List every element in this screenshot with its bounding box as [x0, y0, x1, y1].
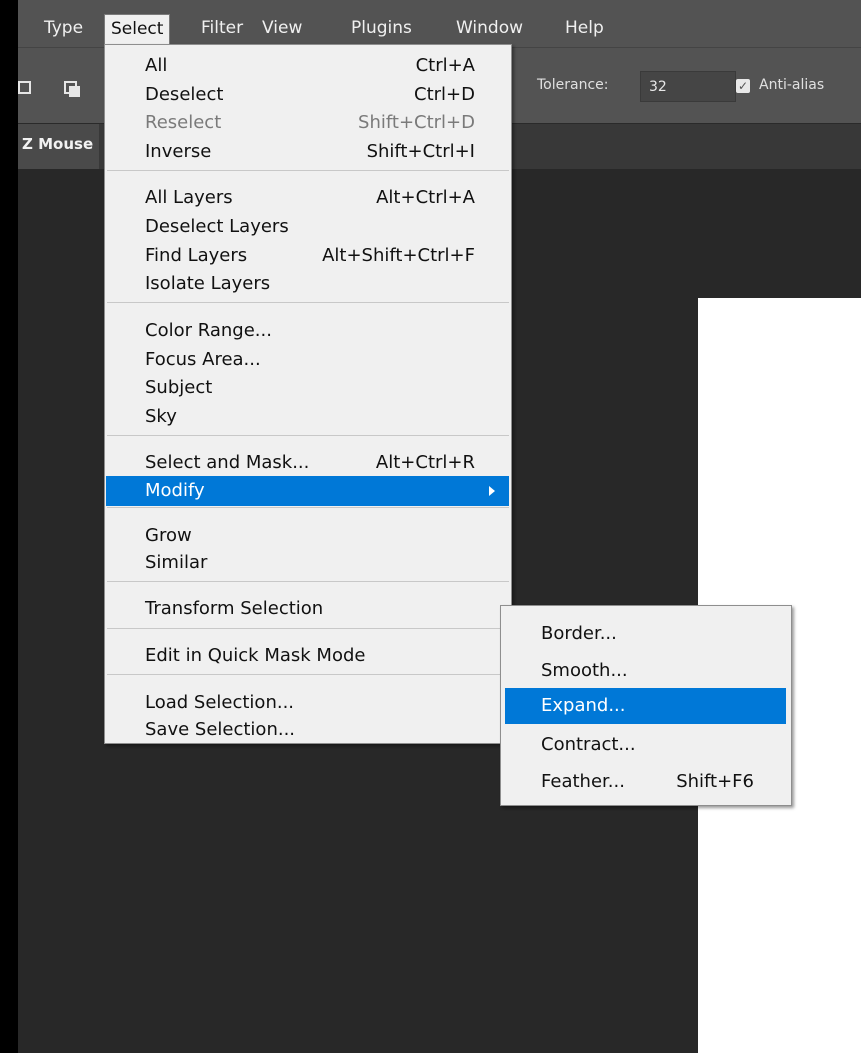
submenu-arrow-icon: [489, 486, 495, 496]
menu-item-select-and-mask[interactable]: Select and Mask... Alt+Ctrl+R: [105, 448, 511, 478]
menu-window[interactable]: Window: [456, 13, 523, 43]
submenu-item-border[interactable]: Border...: [501, 616, 791, 652]
menu-item-label: Inverse: [145, 141, 212, 162]
submenu-item-smooth[interactable]: Smooth...: [501, 653, 791, 689]
menu-plugins[interactable]: Plugins: [351, 13, 412, 43]
menu-item-label: Feather...: [541, 771, 625, 792]
menu-item-shortcut: Shift+Ctrl+D: [358, 112, 475, 133]
menu-item-label: Modify: [145, 480, 205, 501]
menu-separator: [107, 581, 509, 582]
square-outline-shape: [18, 81, 31, 94]
square-filled-shape: [69, 86, 80, 97]
menu-item-color-range[interactable]: Color Range...: [105, 316, 511, 346]
menu-item-label: Subject: [145, 377, 213, 398]
menu-item-modify[interactable]: Modify: [106, 476, 509, 506]
menu-view[interactable]: View: [262, 13, 302, 43]
menu-item-label: Grow: [145, 525, 192, 546]
menu-item-label: Border...: [541, 623, 617, 644]
menu-item-label: Sky: [145, 406, 177, 427]
menu-item-shortcut: Alt+Shift+Ctrl+F: [322, 245, 475, 266]
menu-type[interactable]: Type: [44, 13, 83, 43]
document-tab[interactable]: Z Mouse: [18, 124, 100, 169]
menu-item-label: Similar: [145, 552, 208, 573]
menu-item-shortcut: Ctrl+D: [414, 84, 475, 105]
tolerance-input[interactable]: [640, 71, 736, 102]
menu-item-all-layers[interactable]: All Layers Alt+Ctrl+A: [105, 183, 511, 213]
menu-item-transform-selection[interactable]: Transform Selection: [105, 594, 511, 624]
menu-item-deselect[interactable]: Deselect Ctrl+D: [105, 80, 511, 110]
menu-separator: [107, 435, 509, 436]
menu-select[interactable]: Select: [104, 14, 171, 44]
menu-item-label: Edit in Quick Mask Mode: [145, 645, 366, 666]
menu-item-label: Save Selection...: [145, 719, 296, 740]
menu-separator: [107, 507, 509, 508]
menu-help[interactable]: Help: [565, 13, 604, 43]
menu-bar: Type Select Filter View Plugins Window H…: [18, 0, 861, 47]
menu-item-label: Transform Selection: [145, 598, 324, 619]
menu-item-shortcut: Shift+F6: [676, 771, 754, 792]
menu-item-deselect-layers[interactable]: Deselect Layers: [105, 212, 511, 242]
menu-separator: [107, 674, 509, 675]
menu-item-inverse[interactable]: Inverse Shift+Ctrl+I: [105, 137, 511, 167]
menu-item-load-selection[interactable]: Load Selection...: [105, 688, 511, 718]
menu-item-shortcut: Ctrl+A: [415, 55, 475, 76]
menu-item-focus-area[interactable]: Focus Area...: [105, 345, 511, 375]
menu-filter[interactable]: Filter: [201, 13, 243, 43]
menu-separator: [107, 628, 509, 629]
menu-item-shortcut: Alt+Ctrl+A: [376, 187, 475, 208]
menu-item-label: Deselect Layers: [145, 216, 289, 237]
submenu-item-contract[interactable]: Contract...: [501, 727, 791, 763]
antialias-label: Anti-alias: [759, 77, 825, 93]
tolerance-label: Tolerance:: [537, 77, 609, 93]
menu-item-label: Find Layers: [145, 245, 248, 266]
menu-item-grow[interactable]: Grow: [105, 521, 511, 551]
modify-submenu: Border... Smooth... Expand... Contract..…: [500, 605, 792, 806]
menu-item-edit-in-quick-mask-mode[interactable]: Edit in Quick Mask Mode: [105, 641, 511, 671]
select-menu: All Ctrl+A Deselect Ctrl+D Reselect Shif…: [104, 44, 512, 744]
menu-item-label: Focus Area...: [145, 349, 261, 370]
menu-item-reselect[interactable]: Reselect Shift+Ctrl+D: [105, 108, 511, 138]
menu-item-label: Smooth...: [541, 660, 628, 681]
menu-item-shortcut: Shift+Ctrl+I: [366, 141, 475, 162]
submenu-item-expand[interactable]: Expand...: [505, 688, 786, 724]
menu-item-subject[interactable]: Subject: [105, 373, 511, 403]
menu-item-label: Reselect: [145, 112, 222, 133]
menu-item-shortcut: Alt+Ctrl+R: [375, 452, 475, 473]
menu-item-label: Load Selection...: [145, 692, 295, 713]
menu-item-label: Isolate Layers: [145, 273, 271, 294]
menu-item-label: Color Range...: [145, 320, 272, 341]
subtract-selection-icon[interactable]: [18, 81, 32, 95]
menu-item-label: Expand...: [541, 695, 626, 716]
antialias-checkbox[interactable]: ✓: [736, 79, 750, 93]
menu-item-label: All Layers: [145, 187, 233, 208]
menu-item-sky[interactable]: Sky: [105, 402, 511, 432]
menu-item-save-selection[interactable]: Save Selection...: [105, 715, 511, 745]
menu-item-label: Select and Mask...: [145, 452, 310, 473]
menu-item-label: Deselect: [145, 84, 224, 105]
menu-item-label: All: [145, 55, 168, 76]
menu-item-all[interactable]: All Ctrl+A: [105, 51, 511, 81]
menu-separator: [107, 170, 509, 171]
menu-separator: [107, 302, 509, 303]
menu-item-label: Contract...: [541, 734, 636, 755]
menu-item-find-layers[interactable]: Find Layers Alt+Shift+Ctrl+F: [105, 241, 511, 271]
intersect-selection-icon[interactable]: [64, 81, 80, 97]
submenu-item-feather[interactable]: Feather... Shift+F6: [501, 764, 791, 800]
menu-item-isolate-layers[interactable]: Isolate Layers: [105, 269, 511, 299]
menu-item-similar[interactable]: Similar: [105, 548, 511, 578]
